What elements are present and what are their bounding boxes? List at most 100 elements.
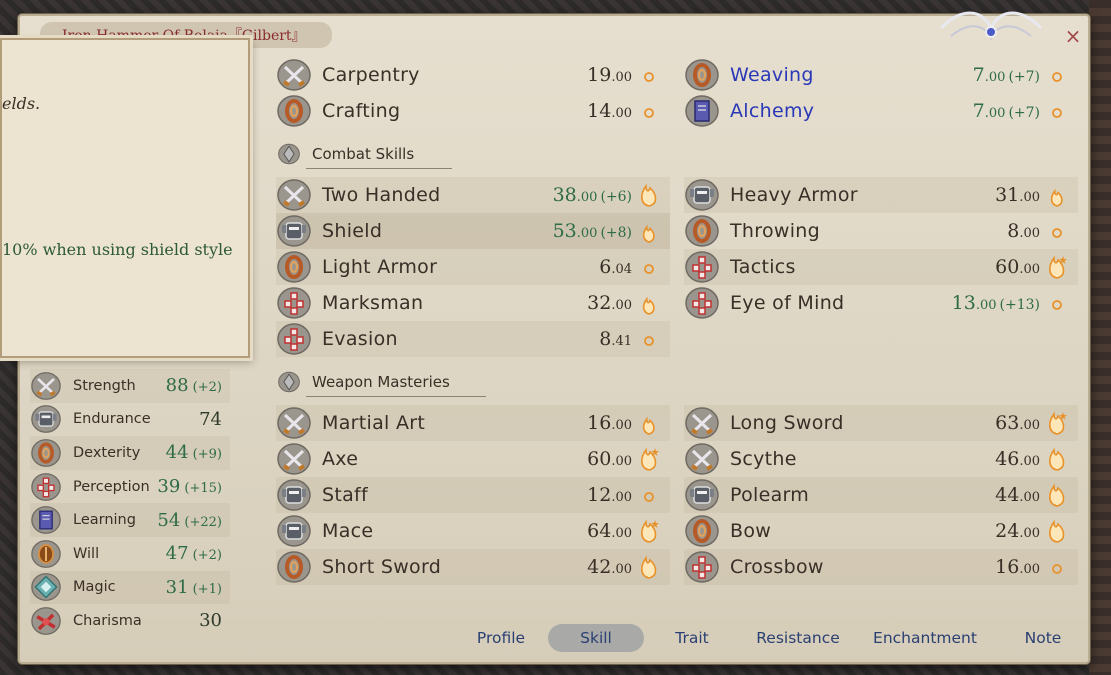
skill-name: Axe: [322, 448, 359, 470]
potential-flame-icon: [1049, 447, 1065, 471]
armor-icon: [277, 479, 311, 511]
attribute-value: 30: [199, 610, 222, 632]
skill-value-decimal: .00: [576, 190, 598, 205]
attribute-row[interactable]: Endurance 74: [30, 403, 230, 437]
skill-row[interactable]: Short Sword 42.00: [276, 549, 670, 585]
skill-value: 7.00 (+7): [972, 100, 1040, 122]
potential-flame-icon: [641, 519, 659, 543]
armor-icon: [277, 515, 311, 547]
skill-row[interactable]: Marksman 32.00: [276, 285, 670, 321]
tab-enchantment[interactable]: Enchantment: [860, 624, 990, 652]
skill-value-decimal: .00: [1019, 562, 1040, 577]
bow-icon: [31, 607, 61, 635]
potential-flame-icon: [642, 296, 655, 315]
skill-value: 63.00: [995, 412, 1040, 434]
skill-row[interactable]: Two Handed 38.00 (+6): [276, 177, 670, 213]
skill-row[interactable]: Scythe 46.00: [684, 441, 1078, 477]
skill-value: 60.00: [587, 448, 632, 470]
skill-value-decimal: .00: [1019, 190, 1040, 205]
attribute-value: 44 (+9): [165, 442, 222, 464]
skill-row[interactable]: Eye of Mind 13.00 (+13): [684, 285, 1078, 321]
skill-row[interactable]: Axe 60.00: [276, 441, 670, 477]
attribute-row[interactable]: Learning 54 (+22): [30, 503, 230, 537]
skill-value-decimal: .00: [975, 298, 997, 313]
potential-flame-icon: [1052, 228, 1062, 238]
skill-name: Carpentry: [322, 64, 420, 86]
grid-icon: [277, 287, 311, 319]
skill-value-decimal: .00: [611, 70, 632, 85]
skill-value-decimal: .00: [611, 298, 632, 313]
close-button[interactable]: ×: [1063, 26, 1083, 46]
skill-row[interactable]: Long Sword 63.00: [684, 405, 1078, 441]
attribute-name: Perception: [73, 478, 150, 495]
skill-value: 12.00: [587, 484, 632, 506]
armor-icon: [31, 405, 61, 434]
skill-row[interactable]: Throwing 8.00: [684, 213, 1078, 249]
tooltip-popup: elds. 10% when using shield style: [0, 38, 250, 358]
skill-value-decimal: .00: [984, 70, 1006, 85]
tooltip-effect-line: 10% when using shield style: [2, 240, 233, 259]
skill-name: Crossbow: [730, 556, 824, 578]
skill-value: 14.00: [587, 100, 632, 122]
skill-value-decimal: .00: [1019, 454, 1040, 469]
tab-trait[interactable]: Trait: [647, 624, 737, 652]
attribute-name: Strength: [73, 377, 136, 394]
ring-icon: [277, 95, 311, 127]
crossed-swords-icon: [277, 179, 311, 211]
tooltip-text-line: elds.: [2, 94, 41, 113]
skill-value: 60.00: [995, 256, 1040, 278]
attribute-row[interactable]: Perception 39 (+15): [30, 470, 230, 504]
attribute-list: Strength 88 (+2) Endurance 74 Dexterity 44 (+…: [30, 369, 230, 638]
skill-row[interactable]: Alchemy 7.00 (+7): [684, 93, 1078, 129]
skill-row[interactable]: Light Armor 6.04: [276, 249, 670, 285]
grid-icon: [685, 287, 719, 319]
tab-skill[interactable]: Skill: [548, 624, 644, 652]
skill-value-decimal: .00: [984, 106, 1006, 121]
skill-row[interactable]: Staff 12.00: [276, 477, 670, 513]
tab-resistance[interactable]: Resistance: [740, 624, 856, 652]
attribute-row[interactable]: Strength 88 (+2): [30, 369, 230, 403]
potential-flame-icon: [642, 224, 655, 243]
skill-row[interactable]: Evasion 8.41: [276, 321, 670, 357]
skill-row[interactable]: Martial Art 16.00: [276, 405, 670, 441]
skill-value: 38.00 (+6): [552, 184, 632, 206]
skill-bonus: (+7): [1008, 105, 1040, 121]
skill-value: 53.00 (+8): [552, 220, 632, 242]
section-header: Weapon Masteries: [276, 371, 486, 397]
skill-row[interactable]: Crafting 14.00: [276, 93, 670, 129]
skill-value: 16.00: [587, 412, 632, 434]
skill-row[interactable]: Carpentry 19.00: [276, 57, 670, 93]
skill-name: Scythe: [730, 448, 797, 470]
attribute-row[interactable]: Charisma 30: [30, 604, 230, 638]
attribute-row[interactable]: Dexterity 44 (+9): [30, 436, 230, 470]
skill-row[interactable]: Polearm 44.00: [684, 477, 1078, 513]
crossed-swords-icon: [685, 443, 719, 475]
tab-note[interactable]: Note: [1003, 624, 1083, 652]
attribute-bonus: (+2): [188, 548, 222, 564]
skill-row[interactable]: Crossbow 16.00: [684, 549, 1078, 585]
skill-value: 19.00: [587, 64, 632, 86]
skill-row[interactable]: Tactics 60.00: [684, 249, 1078, 285]
ring-icon: [685, 515, 719, 547]
attribute-row[interactable]: Will 47 (+2): [30, 537, 230, 571]
will-icon: [31, 539, 61, 568]
attribute-row[interactable]: Magic 31 (+1): [30, 570, 230, 605]
armor-icon: [685, 479, 719, 511]
potential-flame-icon: [642, 416, 655, 435]
tab-profile[interactable]: Profile: [455, 624, 547, 652]
skill-value: 8.41: [599, 328, 632, 350]
potential-flame-icon: [1050, 188, 1063, 207]
skill-value: 13.00 (+13): [951, 292, 1040, 314]
skill-row[interactable]: Bow 24.00: [684, 513, 1078, 549]
skill-name: Shield: [322, 220, 383, 242]
skill-row[interactable]: Shield 53.00 (+8): [276, 213, 670, 249]
potential-flame-icon: [644, 108, 654, 118]
skill-value-decimal: .00: [1019, 226, 1040, 241]
skill-row[interactable]: Heavy Armor 31.00: [684, 177, 1078, 213]
skill-name: Staff: [322, 484, 369, 506]
potential-flame-icon: [1049, 411, 1067, 435]
skill-row[interactable]: Mace 64.00: [276, 513, 670, 549]
skill-value: 42.00: [587, 556, 632, 578]
skill-name: Polearm: [730, 484, 810, 506]
skill-row[interactable]: Weaving 7.00 (+7): [684, 57, 1078, 93]
